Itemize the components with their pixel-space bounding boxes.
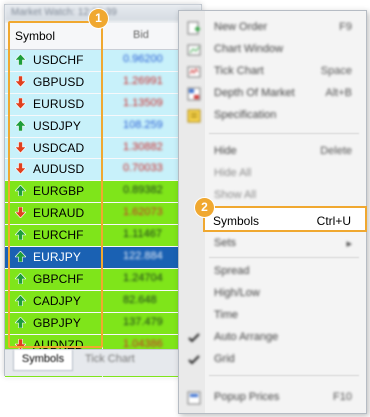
tab-bar: Symbols Tick Chart bbox=[5, 349, 201, 376]
chart-window-icon bbox=[187, 44, 201, 56]
menu-item-hide-all[interactable]: Hide All bbox=[179, 163, 366, 185]
menu-item-spread[interactable]: Spread bbox=[179, 261, 366, 283]
menu-item-label: Depth Of Market bbox=[214, 87, 295, 99]
menu-item-label: Specification bbox=[214, 109, 277, 121]
tab-symbols[interactable]: Symbols bbox=[13, 350, 73, 371]
menu-item-shortcut: Alt+B bbox=[325, 87, 352, 99]
menu-item-shortcut: F9 bbox=[339, 21, 352, 33]
menu-item-label: Spread bbox=[214, 265, 250, 277]
bid-value: 1.30882 bbox=[123, 140, 163, 153]
bid-value: 0.89382 bbox=[123, 184, 163, 197]
menu-item-label: New Order bbox=[214, 21, 268, 33]
menu-item-sets[interactable]: Sets ▸ bbox=[179, 233, 366, 255]
menu-item-label: Grid bbox=[214, 353, 235, 365]
menu-item-time[interactable]: Time bbox=[179, 305, 366, 327]
menu-item-label: Time bbox=[214, 309, 239, 321]
check-icon bbox=[188, 333, 200, 343]
bid-value: 1.13509 bbox=[123, 96, 163, 109]
bid-value: 1.11467 bbox=[123, 228, 162, 241]
menu-item-shortcut: Delete bbox=[320, 145, 352, 157]
menu-item-label: Auto Arrange bbox=[214, 331, 279, 343]
specification-icon bbox=[187, 109, 201, 123]
menu-item-label: Show All bbox=[214, 189, 257, 201]
menu-item-label: Chart Window bbox=[214, 43, 284, 55]
menu-item-shortcut: F10 bbox=[333, 391, 352, 403]
menu-item-label: Tick Chart bbox=[214, 65, 264, 77]
tab-tick-chart[interactable]: Tick Chart bbox=[85, 353, 135, 365]
menu-separator bbox=[209, 375, 359, 376]
menu-item-label: Hide All bbox=[214, 167, 252, 179]
menu-item-grid[interactable]: Grid bbox=[179, 349, 366, 371]
step-badge-1: 1 bbox=[89, 9, 108, 28]
bid-value: 0.96200 bbox=[123, 53, 163, 65]
menu-item-chart-window[interactable]: Chart Window bbox=[179, 39, 366, 61]
menu-item-label: High/Low bbox=[214, 287, 260, 299]
symbol-column-highlight bbox=[8, 21, 103, 348]
menu-item-label: Sets bbox=[214, 237, 237, 249]
bid-value: 122.884 bbox=[123, 250, 163, 263]
menu-item-high-low[interactable]: High/Low bbox=[179, 283, 366, 305]
menu-item-shortcut: Space bbox=[320, 65, 352, 77]
bid-value: 82.648 bbox=[123, 293, 157, 306]
popup-prices-icon bbox=[187, 391, 201, 405]
menu-item-shortcut: Ctrl+U bbox=[316, 214, 351, 228]
bid-column-header[interactable]: Bid bbox=[133, 29, 149, 41]
bid-value: 1.24704 bbox=[123, 271, 163, 284]
menu-item-label: Hide bbox=[214, 145, 237, 157]
menu-item-hide[interactable]: Hide Delete bbox=[179, 141, 366, 163]
bid-value: 137.479 bbox=[123, 315, 163, 328]
bid-value: 0.70033 bbox=[123, 162, 163, 175]
menu-item-new-order[interactable]: New Order F9 bbox=[179, 17, 366, 39]
bid-value: 108.259 bbox=[123, 118, 163, 131]
menu-item-depth-of-market[interactable]: Depth Of Market Alt+B bbox=[179, 83, 366, 105]
menu-item-popup-prices[interactable]: Popup Prices F10 bbox=[179, 387, 366, 409]
bid-value: 1.62073 bbox=[123, 206, 163, 219]
depth-of-market-icon bbox=[187, 87, 201, 101]
bid-value: 1.26991 bbox=[123, 74, 163, 87]
menu-item-label: Symbols bbox=[213, 214, 260, 228]
bid-value: 1.04386 bbox=[123, 337, 163, 350]
menu-item-shortcut: ▸ bbox=[346, 238, 352, 250]
menu-separator bbox=[209, 257, 359, 258]
new-order-icon bbox=[187, 21, 200, 35]
check-icon bbox=[188, 355, 200, 365]
menu-item-symbols[interactable]: Symbols Ctrl+U bbox=[178, 210, 365, 232]
menu-separator bbox=[209, 133, 359, 134]
menu-item-tick-chart[interactable]: Tick Chart Space bbox=[179, 61, 366, 83]
menu-item-label: Popup Prices bbox=[214, 391, 280, 403]
tick-chart-icon bbox=[187, 66, 201, 78]
menu-item-auto-arrange[interactable]: Auto Arrange bbox=[179, 327, 366, 349]
menu-item-specification[interactable]: Specification bbox=[179, 105, 366, 127]
